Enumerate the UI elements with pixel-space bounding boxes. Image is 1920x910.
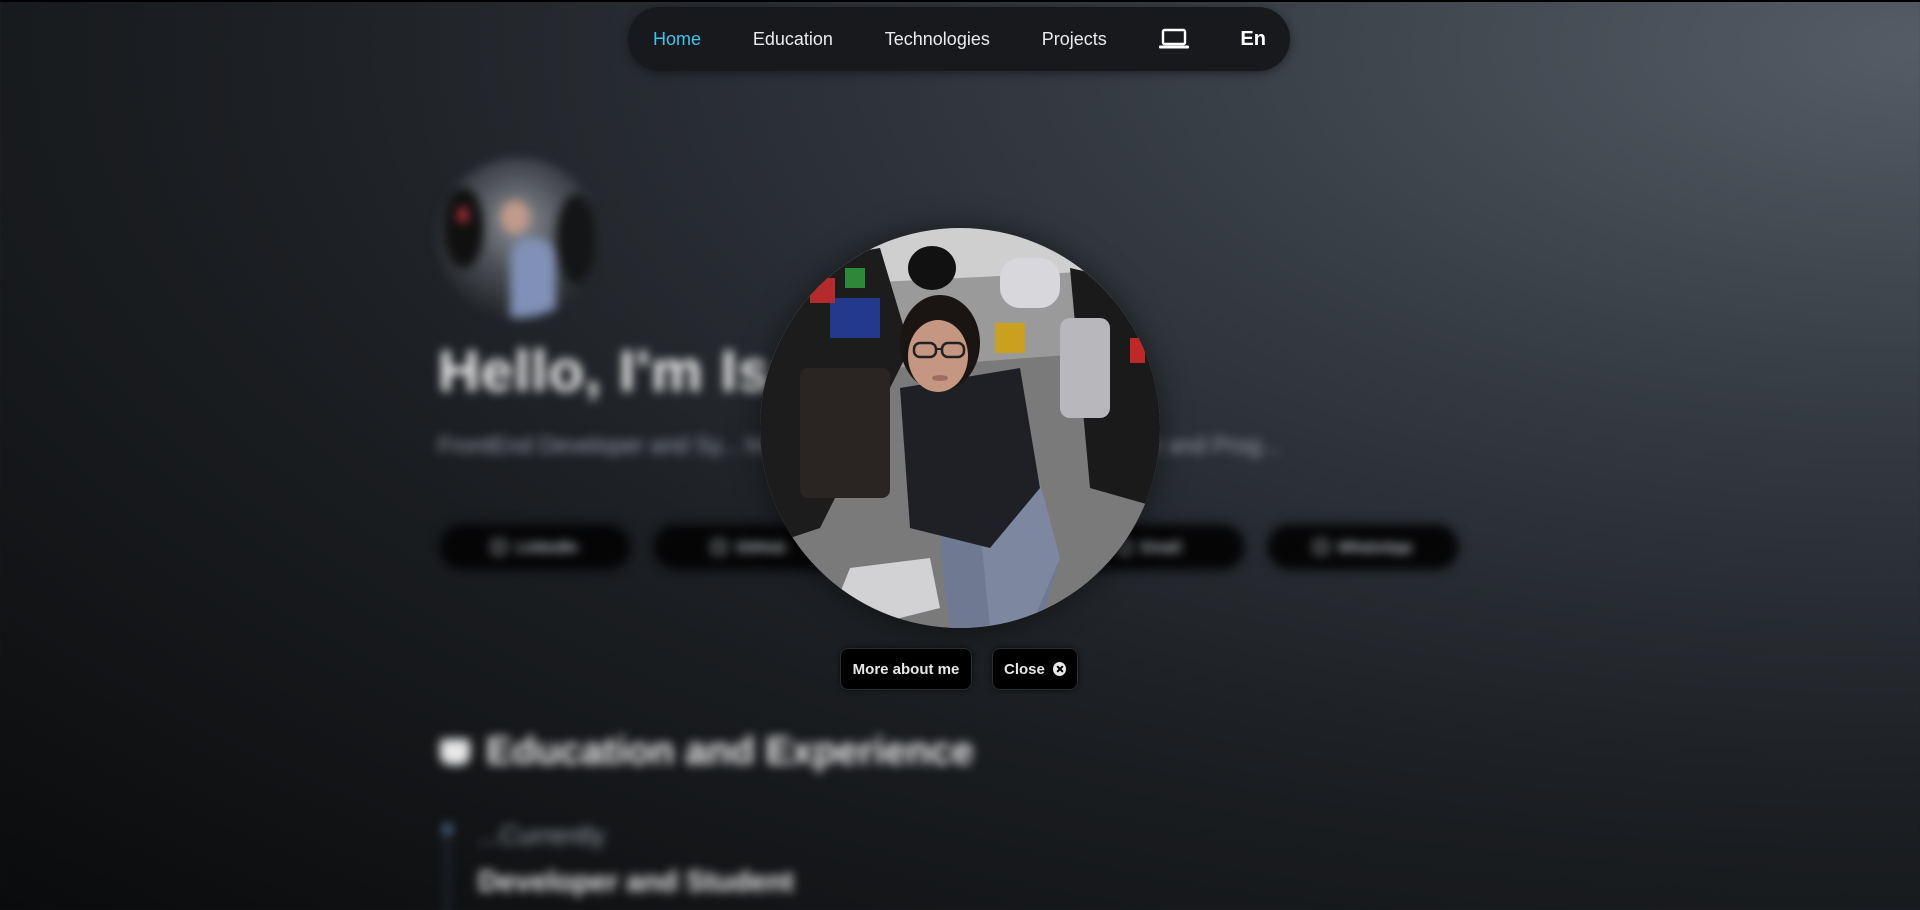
timeline-title: Developer and Student	[478, 866, 794, 898]
close-icon	[1052, 662, 1066, 676]
timeline-dot	[442, 824, 453, 835]
profile-photo-enlarged	[760, 228, 1160, 628]
nav-projects[interactable]: Projects	[1042, 29, 1107, 50]
top-navbar: Home Education Technologies Projects En	[628, 7, 1290, 71]
timeline-date: ...Currently	[478, 820, 606, 850]
nav-education[interactable]: Education	[753, 29, 833, 50]
education-section-title: Education and Experience	[440, 730, 974, 774]
nav-home[interactable]: Home	[653, 29, 701, 50]
nav-technologies[interactable]: Technologies	[885, 29, 990, 50]
modal-actions: More about me Close	[840, 648, 1078, 690]
github-icon	[712, 540, 726, 554]
whatsapp-button[interactable]: WhatsApp	[1268, 525, 1458, 569]
profile-avatar[interactable]	[438, 158, 598, 318]
graduation-cap-icon	[440, 739, 470, 765]
hero-heading: Hello, I'm Is	[438, 339, 771, 404]
whatsapp-icon	[1313, 540, 1328, 554]
linkedin-icon	[492, 540, 507, 554]
language-toggle[interactable]: En	[1240, 28, 1266, 51]
more-about-me-button[interactable]: More about me	[840, 648, 972, 690]
linkedin-button[interactable]: LinkedIn	[440, 525, 630, 569]
close-button[interactable]: Close	[992, 648, 1078, 690]
laptop-icon[interactable]	[1158, 27, 1189, 51]
